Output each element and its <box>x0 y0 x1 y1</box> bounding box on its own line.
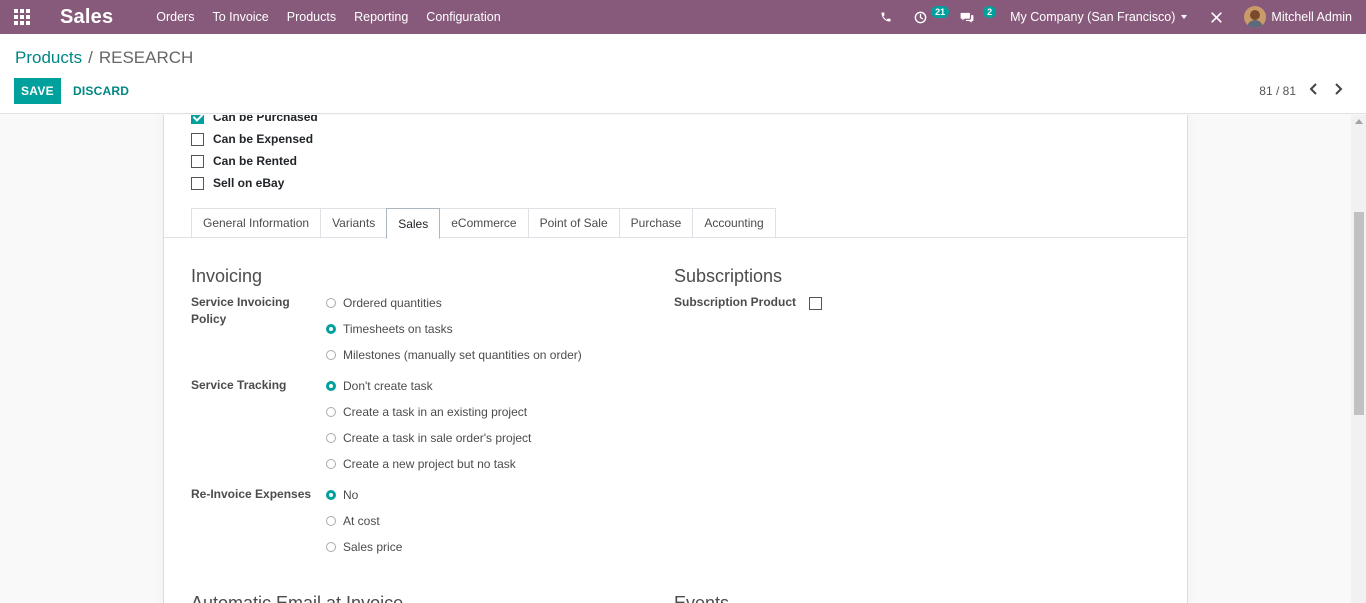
user-name: Mitchell Admin <box>1271 10 1352 24</box>
radio-label: Create a task in an existing project <box>343 405 528 419</box>
breadcrumb-current: RESEARCH <box>98 48 194 67</box>
option-can-be-purchased[interactable]: Can be Purchased <box>191 115 318 124</box>
radio-label: Timesheets on tasks <box>343 322 453 336</box>
can-be-expensed-checkbox[interactable] <box>191 132 204 146</box>
sell-on-ebay-checkbox[interactable] <box>191 176 204 190</box>
menu-reporting[interactable]: Reporting <box>345 0 417 34</box>
chevron-down-icon <box>1181 15 1188 19</box>
radio-label: Don't create task <box>343 379 433 393</box>
subscription-product-label: Subscription Product <box>674 295 797 309</box>
tab-general-information[interactable]: General Information <box>191 208 321 238</box>
chevron-right-icon[interactable] <box>1331 80 1345 98</box>
can-be-purchased-checkbox[interactable] <box>191 115 204 124</box>
menu-configuration[interactable]: Configuration <box>417 0 509 34</box>
option-sell-on-ebay[interactable]: Sell on eBay <box>191 176 284 190</box>
messages-icon[interactable]: 2 <box>949 0 997 34</box>
radio-button[interactable] <box>326 516 336 526</box>
radio-label: At cost <box>343 514 380 528</box>
radio-reinvoice-no[interactable]: No <box>326 488 358 502</box>
radio-reinvoice-at-cost[interactable]: At cost <box>326 514 380 528</box>
radio-label: Sales price <box>343 540 403 554</box>
radio-ordered-quantities[interactable]: Ordered quantities <box>326 296 442 310</box>
radio-button[interactable] <box>326 433 336 443</box>
subscriptions-title: Subscriptions <box>674 266 783 286</box>
breadcrumb-separator: / <box>88 48 93 67</box>
activity-clock-icon[interactable]: 21 <box>903 0 950 34</box>
automatic-email-title: Automatic Email at Invoice <box>191 593 404 603</box>
tab-ecommerce[interactable]: eCommerce <box>439 208 528 238</box>
breadcrumb: Products / RESEARCH <box>15 48 193 68</box>
chevron-left-icon[interactable] <box>1306 80 1320 98</box>
radio-button[interactable] <box>326 407 336 417</box>
can-be-rented-checkbox[interactable] <box>191 154 204 168</box>
option-can-be-expensed[interactable]: Can be Expensed <box>191 132 313 146</box>
menu-orders[interactable]: Orders <box>147 0 203 34</box>
radio-button[interactable] <box>326 324 336 334</box>
radio-reinvoice-sales-price[interactable]: Sales price <box>326 540 402 554</box>
option-label: Can be Rented <box>213 154 298 168</box>
option-label: Can be Purchased <box>213 115 318 124</box>
debug-tools-icon[interactable] <box>1199 0 1234 34</box>
radio-button[interactable] <box>326 298 336 308</box>
radio-label: Ordered quantities <box>343 296 442 310</box>
tab-purchase[interactable]: Purchase <box>618 208 693 238</box>
option-label: Sell on eBay <box>213 176 285 190</box>
company-name: My Company (San Francisco) <box>1010 10 1176 24</box>
app-name[interactable]: Sales <box>60 6 113 29</box>
top-navbar: Sales Orders To Invoice Products Reporti… <box>0 0 1366 34</box>
reinvoice-expenses-label: Re-Invoice Expenses <box>191 487 312 501</box>
company-switcher[interactable]: My Company (San Francisco) <box>996 10 1199 24</box>
vertical-scrollbar[interactable] <box>1351 115 1366 603</box>
radio-button[interactable] <box>326 350 336 360</box>
radio-button[interactable] <box>326 490 336 500</box>
save-button[interactable]: SAVE <box>14 78 61 104</box>
service-tracking-label: Service Tracking <box>191 378 287 392</box>
menu-to-invoice[interactable]: To Invoice <box>203 0 277 34</box>
user-menu[interactable]: Mitchell Admin <box>1234 6 1366 28</box>
scroll-up-icon[interactable] <box>1355 119 1363 124</box>
apps-menu-icon[interactable] <box>0 0 44 34</box>
avatar <box>1244 6 1267 28</box>
discard-button[interactable]: DISCARD <box>73 78 129 104</box>
pager-value[interactable]: 81 / 81 <box>1259 84 1296 98</box>
phone-icon[interactable] <box>869 0 903 34</box>
events-title: Events <box>674 593 730 603</box>
option-can-be-rented[interactable]: Can be Rented <box>191 154 297 168</box>
invoicing-title: Invoicing <box>191 266 263 286</box>
radio-label: Create a task in sale order's project <box>343 431 532 445</box>
radio-label: No <box>343 488 359 502</box>
menu-products[interactable]: Products <box>278 0 345 34</box>
messages-count-badge: 2 <box>983 6 997 18</box>
radio-label: Milestones (manually set quantities on o… <box>343 348 582 362</box>
control-panel: Products / RESEARCH SAVE DISCARD 81 / 81 <box>0 34 1366 114</box>
radio-dont-create-task[interactable]: Don't create task <box>326 379 433 393</box>
radio-button[interactable] <box>326 542 336 552</box>
service-invoicing-policy-label: Service Invoicing Policy <box>191 295 290 326</box>
tab-variants[interactable]: Variants <box>320 208 387 238</box>
radio-milestones[interactable]: Milestones (manually set quantities on o… <box>326 348 582 362</box>
subscription-product-checkbox[interactable] <box>809 297 822 310</box>
radio-button[interactable] <box>326 459 336 469</box>
form-sheet: Can be Purchased Can be Expensed Can be … <box>163 115 1188 603</box>
option-label: Can be Expensed <box>213 132 314 146</box>
breadcrumb-products-link[interactable]: Products <box>15 48 82 67</box>
radio-label: Create a new project but no task <box>343 457 516 471</box>
notebook-tabs: General Information Variants Sales eComm… <box>191 208 776 239</box>
tab-sales[interactable]: Sales <box>386 208 441 239</box>
radio-task-existing-project[interactable]: Create a task in an existing project <box>326 405 527 419</box>
radio-task-sale-order-project[interactable]: Create a task in sale order's project <box>326 431 531 445</box>
activity-count-badge: 21 <box>931 6 950 18</box>
tab-point-of-sale[interactable]: Point of Sale <box>527 208 619 238</box>
radio-new-project-no-task[interactable]: Create a new project but no task <box>326 457 516 471</box>
form-view: Can be Purchased Can be Expensed Can be … <box>0 115 1366 603</box>
radio-button[interactable] <box>326 381 336 391</box>
radio-timesheets-on-tasks[interactable]: Timesheets on tasks <box>326 322 453 336</box>
scrollbar-thumb[interactable] <box>1354 212 1364 415</box>
tab-accounting[interactable]: Accounting <box>692 208 776 238</box>
